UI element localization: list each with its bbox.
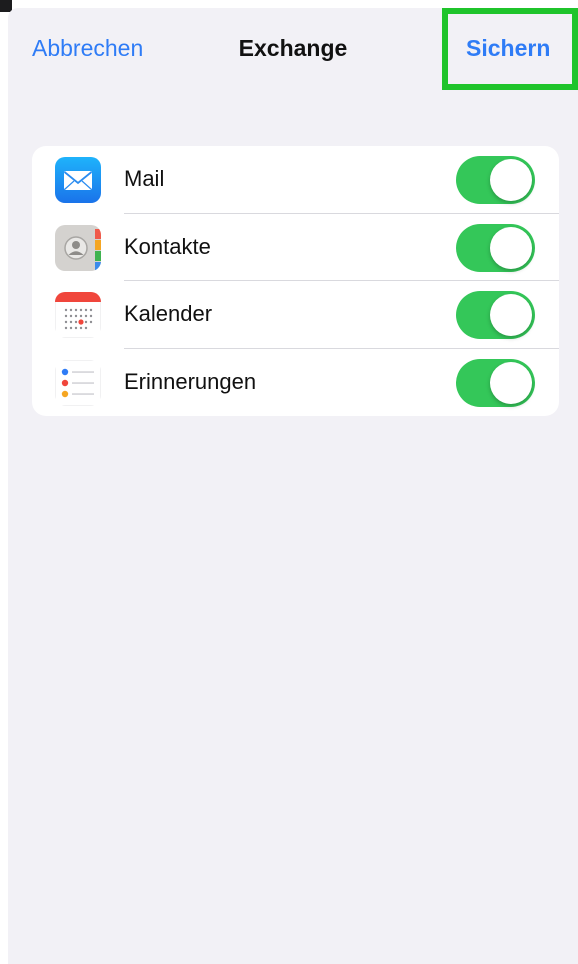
- cancel-button[interactable]: Abbrechen: [32, 35, 143, 62]
- calendar-label: Kalender: [124, 301, 213, 326]
- contacts-label: Kontakte: [124, 233, 211, 259]
- reminders-toggle[interactable]: [456, 358, 535, 407]
- toggle-knob: [490, 159, 532, 201]
- calendar-toggle[interactable]: [456, 291, 535, 339]
- mail-toggle[interactable]: [456, 156, 535, 204]
- exchange-settings-screen: Abbrechen Exchange Sichern Mail Kontakte…: [8, 8, 578, 964]
- mail-icon: [55, 157, 101, 203]
- reminders-label: Erinnerungen: [124, 368, 257, 394]
- contacts-toggle[interactable]: [456, 223, 535, 272]
- list-item-contacts: Kontakte: [32, 214, 559, 281]
- calendar-icon: [55, 292, 101, 338]
- reminders-icon: [55, 359, 101, 406]
- list-item-reminders: Erinnerungen: [32, 349, 559, 417]
- list-item-mail: Mail: [32, 146, 559, 214]
- sync-options-list: Mail Kontakte Kalender Erinnerungen: [32, 146, 559, 416]
- navigation-bar: Abbrechen Exchange Sichern: [8, 8, 578, 90]
- toggle-knob: [490, 294, 532, 336]
- toggle-knob: [490, 226, 532, 269]
- save-button[interactable]: Sichern: [466, 35, 550, 62]
- list-item-calendar: Kalender: [32, 281, 559, 349]
- toggle-knob: [490, 361, 532, 404]
- contacts-icon: [55, 224, 101, 271]
- mail-label: Mail: [124, 166, 165, 191]
